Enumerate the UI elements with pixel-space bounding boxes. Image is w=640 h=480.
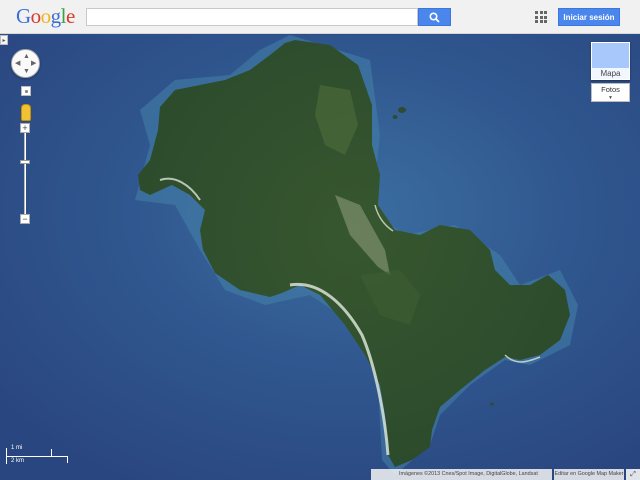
maptype-map-button[interactable]: Mapa — [591, 42, 630, 80]
expand-icon[interactable]: ⤢ — [626, 469, 640, 480]
pan-left-icon[interactable]: ◀ — [15, 60, 20, 67]
scale-miles: 1 mi — [11, 445, 23, 451]
caret-down-icon: ▼ — [608, 95, 613, 101]
search-input[interactable] — [86, 8, 418, 26]
top-bar: Google Iniciar sesión — [0, 0, 640, 34]
satellite-map[interactable]: ▸ ▲ ▼ ◀ ▶ + − Mapa Fotos ▼ 1 mi 2 km Imá… — [0, 35, 640, 480]
zoom-out-button[interactable]: − — [20, 214, 30, 224]
google-logo[interactable]: Google — [16, 5, 75, 27]
pan-down-icon[interactable]: ▼ — [23, 68, 30, 75]
logo-letter: e — [66, 4, 75, 28]
scale-km: 2 km — [11, 458, 25, 464]
logo-letter: o — [30, 4, 42, 28]
zoom-slider-track[interactable] — [24, 133, 26, 214]
magnifier-icon — [429, 11, 440, 23]
signin-button[interactable]: Iniciar sesión — [558, 8, 620, 26]
pegman-icon[interactable] — [21, 104, 31, 121]
apps-grid-icon[interactable] — [535, 11, 547, 23]
pan-control[interactable]: ▲ ▼ ◀ ▶ — [11, 49, 40, 78]
fotos-label: Fotos — [601, 85, 620, 94]
panel-toggle-button[interactable]: ▸ — [0, 35, 8, 45]
map-attribution: Imágenes ©2013 Cnes/Spot Image, DigitalG… — [371, 469, 552, 480]
rotate-button[interactable] — [21, 86, 31, 96]
zoom-slider-thumb[interactable] — [20, 160, 30, 164]
search-button[interactable] — [418, 8, 451, 26]
maptype-map-label: Mapa — [592, 68, 629, 79]
zoom-in-button[interactable]: + — [20, 123, 30, 133]
fotos-button[interactable]: Fotos ▼ — [591, 83, 630, 102]
satellite-imagery — [0, 35, 640, 480]
arrow-right-icon: ▸ — [2, 37, 6, 44]
scale-bar: 1 mi 2 km — [4, 443, 68, 467]
logo-letter: o — [40, 4, 52, 28]
pan-up-icon[interactable]: ▲ — [23, 53, 30, 60]
logo-letter: g — [50, 4, 62, 28]
mapmaker-link[interactable]: Editar en Google Map Maker — [554, 469, 624, 480]
pan-right-icon[interactable]: ▶ — [31, 60, 36, 67]
logo-letter: G — [16, 4, 31, 28]
